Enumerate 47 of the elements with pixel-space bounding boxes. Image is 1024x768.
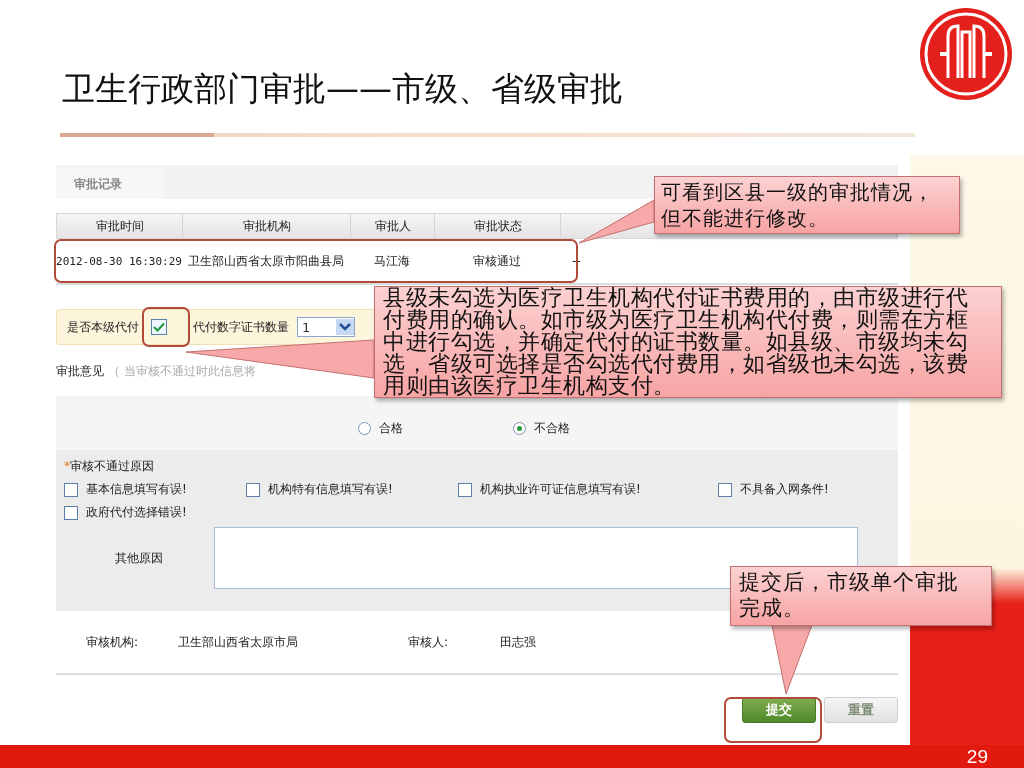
table-cell-text: 审核通过 (472, 253, 522, 269)
checkbox[interactable] (718, 482, 732, 497)
column-header: 审批机构 (183, 214, 351, 238)
other-reason-label: 其他原因 (114, 549, 164, 567)
checkbox-label: 不具备入网条件! (740, 481, 829, 498)
checkbox-label: 机构执业许可证信息填写有误! (480, 481, 641, 498)
table-cell-text: 马江海 (373, 253, 411, 269)
footer-value: 田志强 (500, 633, 537, 651)
radio-button[interactable] (358, 421, 371, 435)
radio-label: 合格 (379, 419, 403, 437)
checkbox[interactable] (151, 319, 167, 335)
payment-label: 是否本级代付 (67, 318, 139, 336)
checkbox-label: 机构特有信息填写有误! (268, 481, 393, 498)
table-cell-text: 卫生部山西省太原市阳曲县局 (187, 253, 345, 269)
checkbox-label: 基本信息填写有误! (86, 481, 187, 498)
tab[interactable]: 审批记录 (56, 169, 164, 199)
footer-label: 审核机构: (86, 633, 140, 651)
slide-title: 卫生行政部门审批——市级、省级审批 (61, 68, 624, 110)
check-icon (153, 322, 165, 332)
radio-button[interactable] (513, 421, 526, 435)
opinion-label: 审批意见 (56, 363, 104, 380)
opinion-hint: （ 当审核不通过时此信息将 (108, 363, 256, 380)
column-header: 审批状态 (435, 214, 561, 238)
callout-tooltip: 提交后，市级单个审批完成。 (730, 566, 992, 626)
callout-pointer (771, 624, 813, 695)
count-label: 代付数字证书数量 (193, 318, 289, 336)
footer-label: 审核人: (408, 633, 450, 651)
footer-value: 卫生部山西省太原市局 (178, 633, 299, 651)
radio-label: 不合格 (534, 419, 570, 437)
reasons-title: 审核不通过原因 (70, 459, 154, 473)
count-select[interactable]: 1 (297, 317, 355, 337)
checkbox[interactable] (64, 505, 78, 520)
table-cell: 2012-08-30 16:30:29 (56, 253, 182, 269)
callout-tooltip: 县级未勾选为医疗卫生机构代付证书费用的，由市级进行代付费用的确认。如市级为医疗卫生机构代付费，则需在方框中进行勾选，并确定代付的证书数量。如县级、市级均未勾选，省级可选择是否勾选代付费用，如省级也未勾选，该费用则由该医疗卫生机构支付。 (374, 286, 1002, 398)
column-header: 审批人 (351, 214, 435, 238)
checkbox[interactable] (64, 482, 78, 497)
column-header: 审批时间 (57, 214, 183, 238)
submit-button[interactable]: 提交 (742, 697, 816, 723)
highlight-frame (142, 307, 190, 347)
callout-tooltip: 可看到区县一级的审批情况，但不能进行修改。 (654, 176, 960, 234)
reset-button[interactable]: 重置 (824, 697, 898, 723)
page-number: 29 (966, 745, 988, 768)
logo-icon (918, 6, 1014, 102)
checkbox[interactable] (458, 482, 472, 497)
checkbox[interactable] (246, 482, 260, 497)
checkbox-label: 政府代付选择错误! (86, 504, 187, 521)
required-mark: * (64, 459, 70, 473)
